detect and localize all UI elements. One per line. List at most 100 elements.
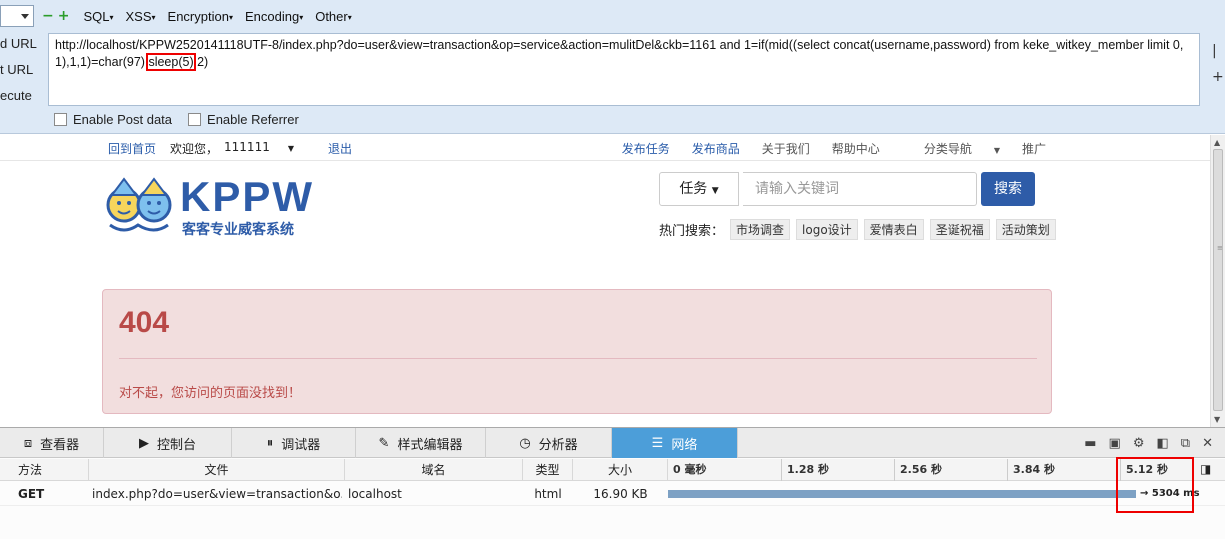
network-table-header: 方法 文件 域名 类型 大小 0 毫秒 1.28 秒 2.56 秒 3.84 秒… — [0, 459, 1225, 481]
search-input[interactable]: 请输入关键词 — [743, 172, 977, 206]
error-alert: 404 对不起，您访问的页面没找到！ — [102, 289, 1052, 414]
tab-style-editor[interactable]: ✎ 样式编辑器 — [356, 428, 486, 458]
row-type: html — [534, 487, 562, 501]
tab-debugger[interactable]: ⏸ 调试器 — [232, 428, 356, 458]
web-page: 回到首页 欢迎您， 111111 ▼ 退出 发布任务 发布商品 关于我们 帮助中心… — [0, 135, 1210, 427]
menu-encoding[interactable]: Encoding▾ — [245, 9, 303, 24]
tab-console-label: 控制台 — [156, 437, 196, 453]
hackbar-options: Enable Post data Enable Referrer — [54, 112, 315, 127]
expand-icon[interactable]: + — [1212, 64, 1224, 90]
search-type-select[interactable]: 任务 ▼ — [659, 172, 739, 206]
hot-tag[interactable]: 圣诞祝福 — [929, 219, 990, 240]
responsive-icon[interactable]: ▣ — [1109, 436, 1121, 451]
hackbar-toolbar: − + SQL▾ XSS▾ Encryption▾ Encoding▾ Othe… — [0, 4, 1225, 28]
tab-style-editor-label: 样式编辑器 — [397, 437, 463, 453]
error-code: 404 — [119, 306, 170, 339]
menu-sql[interactable]: SQL▾ — [83, 9, 113, 24]
split-console-icon[interactable]: ▬ — [1084, 436, 1096, 451]
enable-post-checkbox[interactable]: Enable Post data — [54, 112, 172, 127]
menu-other[interactable]: Other▾ — [315, 9, 352, 24]
menu-encryption-label: Encryption — [167, 8, 229, 24]
tab-inspector-label: 查看器 — [40, 437, 80, 453]
nav-help-center[interactable]: 帮助中心 — [832, 140, 880, 157]
execute-button[interactable]: ecute — [0, 86, 46, 112]
site-logo[interactable]: KPPW 客客专业威客系统 — [104, 171, 314, 241]
hot-search-label: 热门搜索： — [659, 224, 725, 239]
row-size: 16.90 KB — [593, 487, 648, 501]
menu-xss-label: XSS — [125, 8, 152, 24]
enable-post-label: Enable Post data — [73, 112, 173, 127]
search-button[interactable]: 搜索 — [981, 172, 1035, 206]
hackbar-resize-controls[interactable]: | + — [1212, 38, 1224, 90]
tab-inspector[interactable]: ⧈ 查看器 — [0, 428, 104, 458]
chevron-down-icon — [21, 14, 29, 19]
profiler-icon: ◷ — [519, 435, 531, 451]
nav-publish-goods[interactable]: 发布商品 — [692, 140, 740, 157]
scroll-down-icon[interactable]: ▼ — [1214, 415, 1220, 424]
scrollbar-thumb[interactable]: ≡ — [1213, 149, 1223, 411]
row-file: index.php?do=user&view=transaction&o... — [92, 487, 342, 501]
col-file[interactable]: 文件 — [89, 459, 345, 481]
home-link[interactable]: 回到首页 — [108, 140, 156, 157]
dock-side-icon[interactable]: ◧ — [1157, 436, 1169, 451]
nav-publish-task[interactable]: 发布任务 — [622, 140, 670, 157]
url-text-before: http://localhost/KPPW2520141118UTF-8/ind… — [55, 38, 1184, 69]
gear-icon[interactable]: ⚙ — [1133, 436, 1145, 451]
tab-profiler[interactable]: ◷ 分析器 — [486, 428, 612, 458]
menu-xss[interactable]: XSS▾ — [126, 9, 156, 24]
menu-other-label: Other — [315, 8, 348, 24]
close-icon[interactable]: ✕ — [1202, 436, 1213, 451]
toggle-sidebar-icon[interactable]: ◨ — [1200, 462, 1211, 476]
hackbar-load-select[interactable] — [0, 5, 34, 27]
menu-sql-label: SQL — [83, 8, 110, 24]
hot-tag[interactable]: 爱情表白 — [863, 219, 924, 240]
collapse-icon[interactable]: | — [1212, 38, 1224, 64]
annotation-highlight-box — [1116, 457, 1194, 513]
brand-tagline: 客客专业威客系统 — [182, 222, 294, 238]
hot-tag[interactable]: 市场调查 — [730, 219, 791, 240]
devtools-toolbar: ▬ ▣ ⚙ ◧ ⧉ ✕ — [1084, 428, 1225, 458]
load-url-button[interactable]: d URL — [0, 34, 46, 60]
hot-tag[interactable]: logo设计 — [796, 219, 858, 240]
network-icon: ☰ — [651, 435, 664, 451]
tab-console[interactable]: ▶ 控制台 — [104, 428, 232, 458]
tab-network[interactable]: ☰ 网络 — [612, 428, 738, 458]
page-scrollbar[interactable]: ▲ ≡ ▼ — [1210, 135, 1225, 427]
col-type[interactable]: 类型 — [523, 459, 573, 481]
checkbox-box[interactable] — [188, 113, 202, 126]
timing-bar — [668, 490, 1136, 498]
hot-search: 热门搜索： 市场调查 logo设计 爱情表白 圣诞祝福 活动策划 — [659, 219, 1056, 240]
brand-name: KPPW — [180, 173, 314, 220]
logout-link[interactable]: 退出 — [328, 140, 352, 157]
nav-category[interactable]: 分类导航 ▼ — [902, 140, 1000, 157]
hackbar-actions: d URL t URL ecute — [0, 34, 46, 112]
col-domain[interactable]: 域名 — [345, 459, 523, 481]
enable-referrer-label: Enable Referrer — [207, 112, 299, 127]
col-method[interactable]: 方法 — [0, 459, 89, 481]
enable-referrer-checkbox[interactable]: Enable Referrer — [188, 112, 299, 127]
minus-icon[interactable]: − — [42, 9, 54, 23]
url-textarea[interactable]: http://localhost/KPPW2520141118UTF-8/ind… — [48, 33, 1200, 106]
nav-about-us[interactable]: 关于我们 — [762, 140, 810, 157]
col-size[interactable]: 大小 — [573, 459, 668, 481]
plus-icon[interactable]: + — [58, 9, 70, 23]
debugger-icon: ⏸ — [266, 435, 274, 451]
caret-down-icon: ▼ — [711, 186, 719, 196]
menu-encryption[interactable]: Encryption▾ — [168, 9, 233, 24]
split-url-button[interactable]: t URL — [0, 60, 46, 86]
username-dropdown[interactable]: 111111 ▼ — [224, 140, 308, 157]
timeline-tick: 2.56 秒 — [894, 459, 942, 481]
row-method: GET — [18, 487, 45, 501]
error-message: 对不起，您访问的页面没找到！ — [119, 386, 302, 401]
devtools-tabs: ⧈ 查看器 ▶ 控制台 ⏸ 调试器 ✎ 样式编辑器 ◷ 分析器 ☰ 网络 — [0, 428, 1225, 458]
checkbox-box[interactable] — [54, 113, 67, 126]
hot-tag[interactable]: 活动策划 — [995, 219, 1056, 240]
caret-down-icon: ▼ — [287, 144, 294, 153]
scroll-up-icon[interactable]: ▲ — [1214, 138, 1220, 147]
nav-promote[interactable]: 推广 — [1022, 140, 1046, 157]
timeline-tick: 0 毫秒 — [673, 463, 707, 476]
table-row[interactable]: GET index.php?do=user&view=transaction&o… — [0, 482, 1225, 506]
mascot-icon — [106, 177, 172, 232]
tab-profiler-label: 分析器 — [538, 437, 578, 453]
undock-icon[interactable]: ⧉ — [1181, 436, 1190, 451]
